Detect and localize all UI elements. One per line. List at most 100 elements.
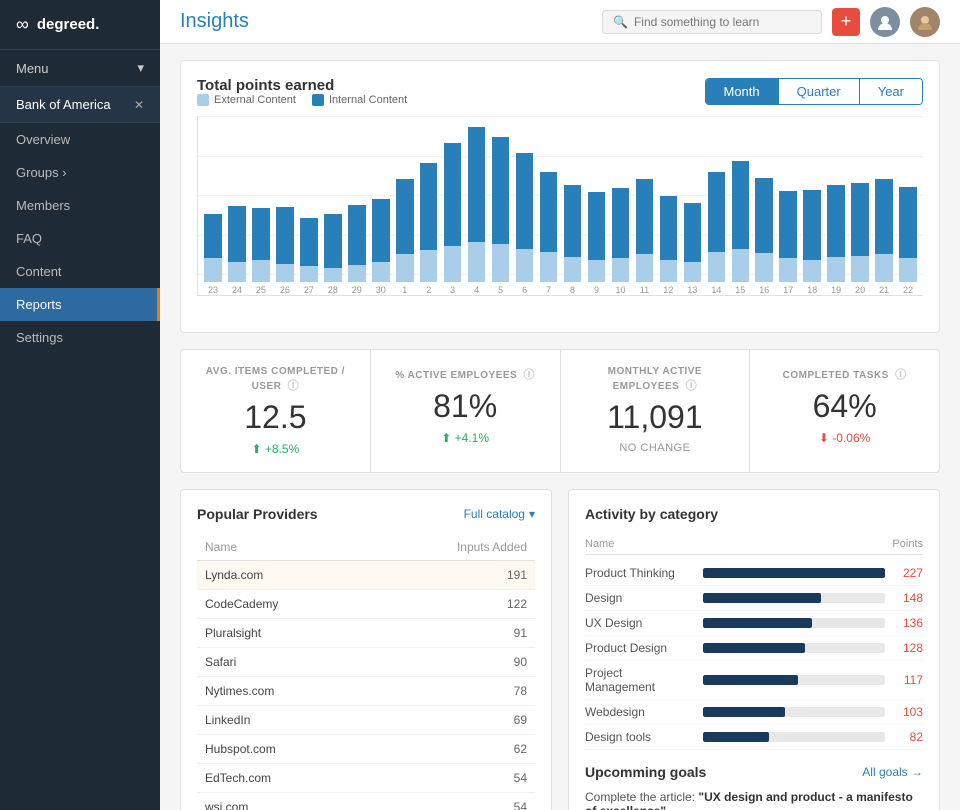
bar-external: [636, 254, 654, 282]
bar-group: 15: [729, 161, 751, 295]
bar-label: 17: [783, 285, 793, 295]
avatar-photo[interactable]: [910, 7, 940, 37]
bar-internal: [684, 203, 702, 262]
bar-group: 19: [825, 185, 847, 295]
bar-label: 1: [402, 285, 407, 295]
category-name: Design tools: [585, 730, 695, 744]
category-bar-container: [703, 707, 885, 717]
bar-stack: [705, 172, 727, 282]
bar-group: 23: [202, 214, 224, 295]
bar-internal: [468, 127, 486, 242]
providers-header: Popular Providers Full catalog ▾: [197, 506, 535, 522]
bar-label: 6: [522, 285, 527, 295]
provider-name: wsj.com: [197, 793, 369, 810]
bar-group: 3: [442, 143, 464, 295]
bar-internal: [636, 179, 654, 254]
bar-internal: [372, 199, 390, 262]
sidebar: ∞ degreed. Menu ▾ Bank of America ✕ Over…: [0, 0, 160, 810]
provider-name: Lynda.com: [197, 561, 369, 590]
period-month[interactable]: Month: [706, 79, 779, 104]
stat-label: % ACTIVE EMPLOYEES ⓘ: [387, 366, 544, 382]
provider-name: Hubspot.com: [197, 735, 369, 764]
bar-external: [899, 258, 917, 282]
goals-list: Complete the article: "UX design and pro…: [585, 790, 923, 810]
external-label: External Content: [214, 94, 296, 106]
provider-name: Nytimes.com: [197, 677, 369, 706]
bar-label: 10: [615, 285, 625, 295]
avatar-user[interactable]: [870, 7, 900, 37]
bar-stack: [801, 190, 823, 282]
bar-group: 17: [777, 191, 799, 295]
bar-internal: [228, 206, 246, 262]
provider-inputs: 69: [369, 706, 535, 735]
sidebar-item-content[interactable]: Content: [0, 255, 160, 288]
bar-group: 25: [250, 208, 272, 295]
bar-group: 10: [609, 188, 631, 295]
bar-label: 18: [807, 285, 817, 295]
nav-list: OverviewGroups ›MembersFAQContentReports…: [0, 123, 160, 354]
bar-external: [803, 260, 821, 282]
providers-link[interactable]: Full catalog ▾: [464, 507, 535, 521]
search-box[interactable]: 🔍: [602, 10, 822, 34]
bar-group: 29: [346, 205, 368, 295]
menu-header[interactable]: Menu ▾: [0, 50, 160, 87]
bar-stack: [226, 206, 248, 282]
sidebar-item-members[interactable]: Members: [0, 189, 160, 222]
stat-change: ⬆ +8.5%: [197, 442, 354, 456]
category-header: Name Points: [585, 534, 923, 555]
bar-group: 18: [801, 190, 823, 295]
provider-inputs: 54: [369, 793, 535, 810]
content-area: Total points earned External Content Int…: [160, 44, 960, 810]
add-button[interactable]: +: [832, 8, 860, 36]
menu-chevron-icon: ▾: [137, 60, 144, 76]
bar-label: 20: [855, 285, 865, 295]
category-row: Product Design128: [585, 636, 923, 661]
legend-internal: Internal Content: [312, 94, 407, 106]
chart-header: Total points earned External Content Int…: [197, 77, 923, 106]
bar-external: [564, 257, 582, 282]
cat-col-points: Points: [892, 538, 923, 550]
sidebar-item-faq[interactable]: FAQ: [0, 222, 160, 255]
category-value: 128: [893, 641, 923, 655]
search-input[interactable]: [634, 15, 804, 29]
bar-group: 4: [466, 127, 488, 295]
sidebar-item-groups[interactable]: Groups ›: [0, 156, 160, 189]
col-inputs-header: Inputs Added: [369, 534, 535, 561]
category-bar: [703, 732, 769, 742]
sidebar-item-settings[interactable]: Settings: [0, 321, 160, 354]
chart-left: Total points earned External Content Int…: [197, 77, 407, 106]
bar-group: 9: [586, 192, 608, 295]
bar-group: 12: [657, 196, 679, 295]
category-bar-container: [703, 568, 885, 578]
bar-stack: [394, 179, 416, 282]
bar-external: [612, 258, 630, 282]
bar-internal: [492, 137, 510, 244]
bar-internal: [660, 196, 678, 260]
table-row: Pluralsight91: [197, 619, 535, 648]
bar-external: [324, 268, 342, 282]
provider-name: EdTech.com: [197, 764, 369, 793]
bar-internal: [516, 153, 534, 249]
org-close-icon[interactable]: ✕: [134, 98, 144, 112]
goals-link[interactable]: All goals →: [862, 765, 923, 779]
chart-section: Total points earned External Content Int…: [180, 60, 940, 333]
period-quarter[interactable]: Quarter: [779, 79, 860, 104]
category-row: Webdesign103: [585, 700, 923, 725]
legend-external: External Content: [197, 94, 296, 106]
bar-external: [252, 260, 270, 282]
page-title: Insights: [180, 10, 249, 33]
bar-stack: [514, 153, 536, 282]
bar-internal: [204, 214, 222, 258]
bar-group: 20: [849, 183, 871, 295]
chart-legend: External Content Internal Content: [197, 94, 407, 106]
sidebar-item-reports[interactable]: Reports: [0, 288, 160, 321]
goal-item: Complete the article: "UX design and pro…: [585, 790, 923, 810]
bar-external: [588, 260, 606, 282]
period-year[interactable]: Year: [860, 79, 922, 104]
sidebar-item-overview[interactable]: Overview: [0, 123, 160, 156]
bar-label: 26: [280, 285, 290, 295]
bar-label: 16: [759, 285, 769, 295]
bar-stack: [346, 205, 368, 282]
bar-group: 24: [226, 206, 248, 295]
org-item[interactable]: Bank of America ✕: [0, 87, 160, 123]
